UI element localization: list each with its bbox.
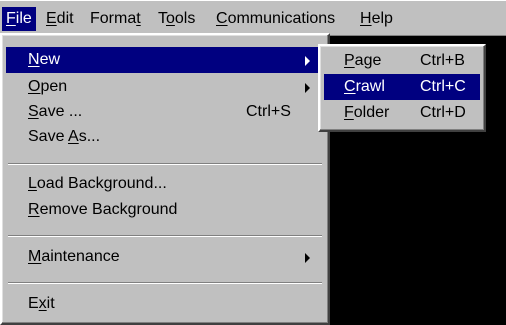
submenu-arrow-icon: [305, 56, 310, 66]
submenu-item-page-label: Page: [344, 52, 382, 69]
submenu-item-crawl-shortcut: Ctrl+C: [420, 78, 466, 95]
submenu-item-page-shortcut: Ctrl+B: [420, 52, 465, 69]
submenu-arrow-icon: [305, 253, 310, 263]
menu-edit[interactable]: Edit: [42, 7, 78, 31]
menu-help[interactable]: Help: [356, 7, 397, 31]
submenu-item-folder[interactable]: Folder Ctrl+D: [324, 100, 480, 126]
menu-tools-text: T: [158, 10, 166, 27]
menu-item-load-background[interactable]: Load Background...: [6, 171, 324, 197]
menu-format-accel: t: [136, 10, 141, 27]
submenu-item-page[interactable]: Page Ctrl+B: [324, 48, 480, 74]
menu-item-save[interactable]: Save ... Ctrl+S: [6, 99, 324, 125]
menu-item-exit-label: Exit: [28, 295, 55, 312]
menu-separator: [8, 163, 322, 165]
menu-tools[interactable]: Tools: [154, 7, 199, 31]
submenu-item-folder-shortcut: Ctrl+D: [420, 104, 466, 121]
menu-file-text-rest: ile: [15, 10, 32, 27]
submenu-item-crawl-label: Crawl: [344, 78, 385, 95]
new-submenu: Page Ctrl+B Crawl Ctrl+C Folder Ctrl+D: [318, 44, 486, 132]
menu-file-accel: F: [6, 10, 16, 27]
menu-edit-accel: E: [46, 10, 57, 27]
menu-communications-accel: C: [216, 10, 228, 27]
menu-separator: [8, 235, 322, 237]
menu-item-open[interactable]: Open: [6, 74, 324, 100]
menu-tools-text-rest: ols: [174, 10, 196, 27]
menu-item-open-label: Open: [28, 78, 68, 95]
menu-item-maintenance[interactable]: Maintenance: [6, 244, 324, 270]
submenu-arrow-icon: [305, 83, 310, 93]
menu-item-maintenance-label: Maintenance: [28, 248, 120, 265]
menu-item-save-as[interactable]: Save As...: [6, 124, 324, 150]
menu-item-save-shortcut: Ctrl+S: [246, 103, 291, 120]
menu-file[interactable]: File: [2, 7, 36, 31]
menu-bar: File Edit Format Tools Communications He…: [0, 0, 506, 36]
menu-item-new[interactable]: New: [6, 47, 324, 73]
menu-item-new-label: New: [28, 51, 61, 68]
menu-item-save-label: Save ...: [28, 103, 83, 120]
menu-item-remove-background[interactable]: Remove Background: [6, 197, 324, 223]
menu-communications-text-rest: ommunications: [227, 10, 336, 27]
menu-tools-accel: o: [166, 10, 175, 27]
menu-help-accel: H: [360, 10, 372, 27]
menu-edit-text-rest: dit: [56, 10, 74, 27]
submenu-item-folder-label: Folder: [344, 104, 390, 121]
menu-communications[interactable]: Communications: [212, 7, 339, 31]
submenu-item-crawl[interactable]: Crawl Ctrl+C: [324, 74, 480, 100]
menu-separator: [8, 282, 322, 284]
menu-item-save-as-label: Save As...: [28, 128, 101, 145]
menu-format[interactable]: Format: [86, 7, 145, 31]
menu-help-text-rest: elp: [371, 10, 393, 27]
file-menu: New Open Save ... Ctrl+S Save As... Load…: [0, 33, 330, 325]
menu-format-text: Forma: [90, 10, 137, 27]
menu-item-remove-background-label: Remove Background: [28, 201, 178, 218]
menu-item-load-background-label: Load Background...: [28, 175, 167, 192]
menu-item-exit[interactable]: Exit: [6, 291, 324, 317]
